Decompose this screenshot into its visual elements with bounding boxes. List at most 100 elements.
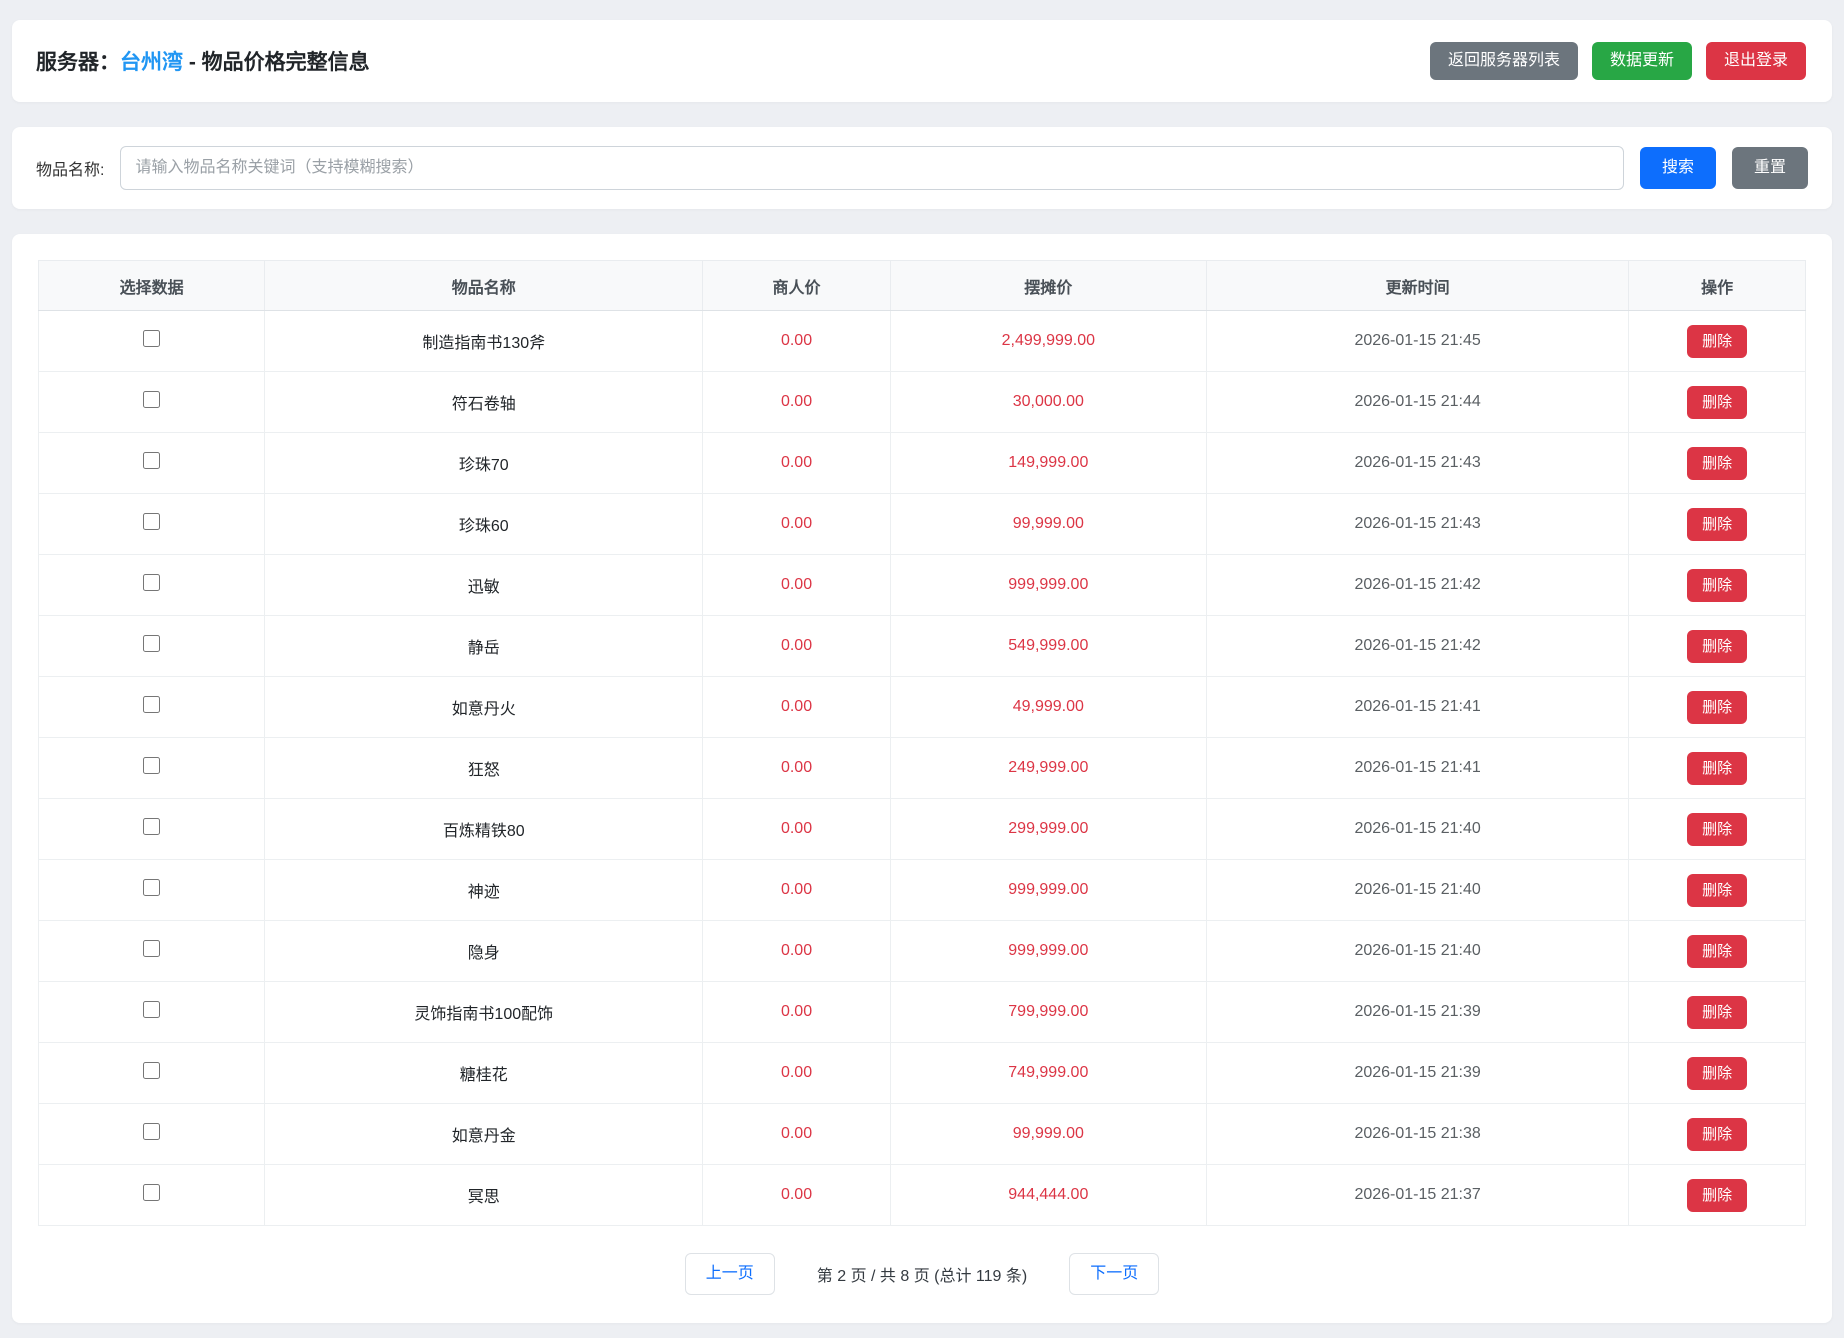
update-time-cell: 2026-01-15 21:40 (1206, 799, 1628, 860)
item-name-cell: 珍珠60 (265, 494, 703, 555)
merchant-price-cell: 0.00 (703, 494, 890, 555)
search-bar: 物品名称: 搜索 重置 (12, 127, 1832, 209)
merchant-price-cell: 0.00 (703, 921, 890, 982)
update-time-cell: 2026-01-15 21:43 (1206, 433, 1628, 494)
reset-button[interactable]: 重置 (1732, 147, 1808, 189)
stall-price-cell: 999,999.00 (890, 860, 1206, 921)
item-name-cell: 符石卷轴 (265, 372, 703, 433)
row-select-checkbox[interactable] (143, 940, 160, 957)
merchant-price-cell: 0.00 (703, 677, 890, 738)
header-bar: 服务器：台州湾 - 物品价格完整信息 返回服务器列表 数据更新 退出登录 (12, 20, 1832, 102)
stall-price-cell: 99,999.00 (890, 494, 1206, 555)
stall-price-cell: 99,999.00 (890, 1104, 1206, 1165)
item-name-search-input[interactable] (120, 146, 1624, 190)
stall-price-cell: 2,499,999.00 (890, 311, 1206, 372)
prev-page-button[interactable]: 上一页 (685, 1253, 775, 1295)
row-select-checkbox[interactable] (143, 1184, 160, 1201)
back-to-server-list-button[interactable]: 返回服务器列表 (1430, 42, 1578, 80)
stall-price-cell: 749,999.00 (890, 1043, 1206, 1104)
search-button[interactable]: 搜索 (1640, 147, 1716, 189)
delete-button[interactable]: 删除 (1687, 1057, 1747, 1090)
table-header-row: 选择数据 物品名称 商人价 摆摊价 更新时间 操作 (39, 261, 1806, 311)
update-time-cell: 2026-01-15 21:42 (1206, 616, 1628, 677)
item-name-cell: 神迹 (265, 860, 703, 921)
table-row: 静岳 0.00 549,999.00 2026-01-15 21:42 删除 (39, 616, 1806, 677)
update-time-cell: 2026-01-15 21:38 (1206, 1104, 1628, 1165)
update-time-cell: 2026-01-15 21:39 (1206, 982, 1628, 1043)
stall-price-cell: 249,999.00 (890, 738, 1206, 799)
pagination: 上一页 第 2 页 / 共 8 页 (总计 119 条) 下一页 (38, 1253, 1806, 1295)
merchant-price-cell: 0.00 (703, 311, 890, 372)
delete-button[interactable]: 删除 (1687, 508, 1747, 541)
table-row: 百炼精铁80 0.00 299,999.00 2026-01-15 21:40 … (39, 799, 1806, 860)
update-time-cell: 2026-01-15 21:37 (1206, 1165, 1628, 1226)
delete-button[interactable]: 删除 (1687, 935, 1747, 968)
next-page-button[interactable]: 下一页 (1069, 1253, 1159, 1295)
item-price-table: 选择数据 物品名称 商人价 摆摊价 更新时间 操作 制造指南书130斧 0.00… (38, 260, 1806, 1226)
delete-button[interactable]: 删除 (1687, 691, 1747, 724)
row-select-checkbox[interactable] (143, 757, 160, 774)
stall-price-cell: 549,999.00 (890, 616, 1206, 677)
server-name-link[interactable]: 台州湾 (120, 51, 183, 74)
item-name-cell: 冥思 (265, 1165, 703, 1226)
delete-button[interactable]: 删除 (1687, 1118, 1747, 1151)
column-header-merchant-price: 商人价 (703, 261, 890, 311)
delete-button[interactable]: 删除 (1687, 630, 1747, 663)
item-name-cell: 隐身 (265, 921, 703, 982)
delete-button[interactable]: 删除 (1687, 752, 1747, 785)
delete-button[interactable]: 删除 (1687, 996, 1747, 1029)
stall-price-cell: 944,444.00 (890, 1165, 1206, 1226)
page-title: 服务器：台州湾 - 物品价格完整信息 (36, 46, 370, 76)
row-select-checkbox[interactable] (143, 330, 160, 347)
update-time-cell: 2026-01-15 21:43 (1206, 494, 1628, 555)
item-name-cell: 迅敏 (265, 555, 703, 616)
row-select-checkbox[interactable] (143, 391, 160, 408)
table-row: 隐身 0.00 999,999.00 2026-01-15 21:40 删除 (39, 921, 1806, 982)
item-name-cell: 百炼精铁80 (265, 799, 703, 860)
page-title-suffix: - 物品价格完整信息 (183, 51, 370, 74)
delete-button[interactable]: 删除 (1687, 447, 1747, 480)
table-row: 迅敏 0.00 999,999.00 2026-01-15 21:42 删除 (39, 555, 1806, 616)
row-select-checkbox[interactable] (143, 696, 160, 713)
merchant-price-cell: 0.00 (703, 1043, 890, 1104)
data-refresh-button[interactable]: 数据更新 (1592, 42, 1692, 80)
merchant-price-cell: 0.00 (703, 555, 890, 616)
table-row: 符石卷轴 0.00 30,000.00 2026-01-15 21:44 删除 (39, 372, 1806, 433)
merchant-price-cell: 0.00 (703, 860, 890, 921)
merchant-price-cell: 0.00 (703, 799, 890, 860)
row-select-checkbox[interactable] (143, 879, 160, 896)
row-select-checkbox[interactable] (143, 1001, 160, 1018)
item-name-cell: 如意丹金 (265, 1104, 703, 1165)
item-name-cell: 如意丹火 (265, 677, 703, 738)
merchant-price-cell: 0.00 (703, 372, 890, 433)
logout-button[interactable]: 退出登录 (1706, 42, 1806, 80)
delete-button[interactable]: 删除 (1687, 813, 1747, 846)
row-select-checkbox[interactable] (143, 574, 160, 591)
item-name-cell: 珍珠70 (265, 433, 703, 494)
header-actions: 返回服务器列表 数据更新 退出登录 (1430, 42, 1806, 80)
row-select-checkbox[interactable] (143, 1123, 160, 1140)
delete-button[interactable]: 删除 (1687, 1179, 1747, 1212)
update-time-cell: 2026-01-15 21:42 (1206, 555, 1628, 616)
table-row: 珍珠70 0.00 149,999.00 2026-01-15 21:43 删除 (39, 433, 1806, 494)
table-row: 灵饰指南书100配饰 0.00 799,999.00 2026-01-15 21… (39, 982, 1806, 1043)
delete-button[interactable]: 删除 (1687, 874, 1747, 907)
table-row: 糖桂花 0.00 749,999.00 2026-01-15 21:39 删除 (39, 1043, 1806, 1104)
row-select-checkbox[interactable] (143, 1062, 160, 1079)
update-time-cell: 2026-01-15 21:39 (1206, 1043, 1628, 1104)
delete-button[interactable]: 删除 (1687, 325, 1747, 358)
update-time-cell: 2026-01-15 21:41 (1206, 738, 1628, 799)
column-header-actions: 操作 (1629, 261, 1806, 311)
merchant-price-cell: 0.00 (703, 982, 890, 1043)
row-select-checkbox[interactable] (143, 452, 160, 469)
column-header-update-time: 更新时间 (1206, 261, 1628, 311)
stall-price-cell: 49,999.00 (890, 677, 1206, 738)
delete-button[interactable]: 删除 (1687, 569, 1747, 602)
merchant-price-cell: 0.00 (703, 738, 890, 799)
row-select-checkbox[interactable] (143, 513, 160, 530)
row-select-checkbox[interactable] (143, 635, 160, 652)
column-header-item-name: 物品名称 (265, 261, 703, 311)
update-time-cell: 2026-01-15 21:40 (1206, 860, 1628, 921)
delete-button[interactable]: 删除 (1687, 386, 1747, 419)
row-select-checkbox[interactable] (143, 818, 160, 835)
